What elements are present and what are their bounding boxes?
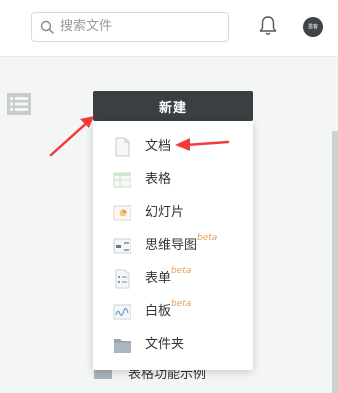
menu-item-label: 思维导图 xyxy=(145,238,198,253)
beta-badge: beta xyxy=(197,233,218,243)
spreadsheet-icon xyxy=(113,172,131,188)
avatar-text: 墨客 xyxy=(307,24,318,30)
whiteboard-icon xyxy=(113,304,131,320)
document-icon xyxy=(115,137,130,157)
notification-bell-icon[interactable] xyxy=(258,15,278,37)
menu-item-label: 白板 xyxy=(145,304,172,319)
folder-icon xyxy=(114,339,131,353)
list-view-icon[interactable] xyxy=(7,93,31,115)
search-placeholder: 搜索文件 xyxy=(60,19,113,34)
menu-item-whiteboard[interactable]: 白板 beta xyxy=(93,295,253,329)
menu-item-label: 幻灯片 xyxy=(145,205,185,220)
menu-item-label: 文件夹 xyxy=(145,337,185,352)
new-button-label: 新建 xyxy=(158,100,187,116)
menu-item-label: 表单 xyxy=(145,271,172,286)
menu-item-folder[interactable]: 文件夹 xyxy=(93,328,253,362)
beta-badge: beta xyxy=(171,266,192,276)
search-box[interactable]: 搜索文件 xyxy=(31,12,229,42)
new-dropdown-menu: 文档 表格 幻灯片 思维导图 beta 表单 beta 白板 beta 文件夹 xyxy=(93,121,253,370)
new-button[interactable]: 新建 xyxy=(93,91,253,121)
menu-item-slides[interactable]: 幻灯片 xyxy=(93,196,253,230)
search-icon xyxy=(40,20,54,34)
slides-icon xyxy=(113,205,131,221)
menu-item-spreadsheet[interactable]: 表格 xyxy=(93,163,253,197)
menu-item-label: 文档 xyxy=(145,139,172,154)
top-bar: 搜索文件 墨客 xyxy=(0,0,338,56)
mindmap-icon xyxy=(113,238,131,254)
menu-item-label: 表格 xyxy=(145,172,172,187)
menu-item-document[interactable]: 文档 xyxy=(93,130,253,164)
menu-item-mindmap[interactable]: 思维导图 beta xyxy=(93,229,253,263)
menu-item-form[interactable]: 表单 beta xyxy=(93,262,253,296)
scrollbar[interactable] xyxy=(332,131,338,393)
topbar-divider xyxy=(0,56,338,57)
avatar[interactable]: 墨客 xyxy=(303,17,323,37)
form-icon xyxy=(115,269,130,289)
beta-badge: beta xyxy=(171,299,192,309)
